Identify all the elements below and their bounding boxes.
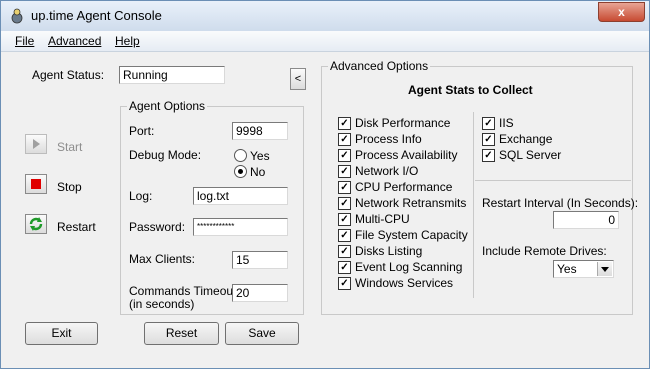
collapse-button[interactable]: <: [290, 68, 306, 90]
play-icon: [33, 139, 40, 149]
restart-interval-input[interactable]: 0: [553, 211, 619, 229]
log-input[interactable]: log.txt: [193, 187, 288, 205]
stop-button[interactable]: [25, 174, 47, 194]
start-button[interactable]: [25, 134, 47, 154]
chevron-down-icon[interactable]: [597, 262, 612, 276]
advanced-options-title: Advanced Options: [328, 59, 431, 73]
stat-checkbox-label: Windows Services: [355, 276, 454, 290]
stat-checkbox[interactable]: ✓: [338, 149, 351, 162]
agent-status-label: Agent Status:: [32, 68, 105, 82]
debug-yes-radio[interactable]: [234, 149, 247, 162]
reset-button[interactable]: Reset: [144, 322, 219, 345]
stat-checkbox-label: Process Info: [355, 132, 422, 146]
remote-drives-label: Include Remote Drives:: [482, 244, 607, 258]
cmd-timeout-unit-label: (in seconds): [129, 297, 195, 311]
stat-checkbox-label: Disk Performance: [355, 116, 451, 130]
stat-checkbox-label: Process Availability: [355, 148, 458, 162]
app-window: up.time Agent Console x File Advanced He…: [0, 0, 650, 369]
reset-label: Reset: [165, 326, 198, 340]
stat-checkbox[interactable]: ✓: [482, 149, 495, 162]
log-label: Log:: [129, 189, 153, 203]
debug-no-label: No: [250, 165, 266, 179]
port-label: Port:: [129, 124, 155, 138]
stat-checkbox[interactable]: ✓: [482, 133, 495, 146]
restart-button[interactable]: [25, 214, 47, 234]
remote-drives-select[interactable]: Yes: [553, 260, 614, 278]
menu-advanced-label: Advanced: [48, 34, 102, 48]
menu-file-label: File: [15, 34, 35, 48]
restart-icon: [29, 217, 43, 231]
stat-checkbox[interactable]: ✓: [338, 133, 351, 146]
port-input[interactable]: 9998: [232, 122, 288, 140]
stat-checkbox[interactable]: ✓: [338, 261, 351, 274]
menu-help-label: Help: [115, 34, 140, 48]
agent-status-field: Running: [119, 66, 225, 84]
stat-checkbox[interactable]: ✓: [338, 117, 351, 130]
max-clients-label: Max Clients:: [129, 252, 196, 266]
close-button[interactable]: x: [598, 2, 645, 22]
save-label: Save: [248, 326, 276, 340]
stat-checkbox[interactable]: ✓: [338, 245, 351, 258]
stat-checkbox[interactable]: ✓: [338, 197, 351, 210]
stat-checkbox[interactable]: ✓: [338, 181, 351, 194]
stat-checkbox-label: Network Retransmits: [355, 196, 467, 210]
menu-advanced[interactable]: Advanced: [48, 34, 101, 48]
stat-checkbox-label: Disks Listing: [355, 244, 423, 258]
debug-mode-label: Debug Mode:: [129, 148, 202, 162]
password-label: Password:: [129, 220, 186, 234]
start-label: Start: [57, 140, 83, 154]
stat-checkbox[interactable]: ✓: [338, 213, 351, 226]
stat-checkbox-label: Event Log Scanning: [355, 260, 463, 274]
settings-divider: [475, 180, 631, 181]
stats-divider: [473, 112, 474, 298]
stat-checkbox-label: SQL Server: [499, 148, 562, 162]
exit-label: Exit: [51, 326, 72, 340]
remote-drives-value: Yes: [557, 262, 577, 276]
stop-icon: [31, 179, 41, 189]
password-input[interactable]: ************: [193, 218, 288, 236]
stat-checkbox-label: CPU Performance: [355, 180, 453, 194]
stats-title: Agent Stats to Collect: [408, 83, 533, 97]
menu-file[interactable]: File: [15, 34, 34, 48]
stat-checkbox[interactable]: ✓: [338, 229, 351, 242]
cmd-timeout-label: Commands Timeout:: [129, 284, 240, 298]
title-bar: up.time Agent Console x: [1, 1, 649, 31]
debug-yes-label: Yes: [250, 149, 270, 163]
uptime-app-icon: [11, 8, 23, 24]
stat-checkbox-label: Exchange: [499, 132, 553, 146]
stat-checkbox[interactable]: ✓: [338, 165, 351, 178]
restart-interval-label: Restart Interval (In Seconds):: [482, 196, 639, 210]
stat-checkbox[interactable]: ✓: [338, 277, 351, 290]
menu-bar: File Advanced Help: [1, 31, 649, 52]
save-button[interactable]: Save: [225, 322, 299, 345]
window-title: up.time Agent Console: [31, 8, 162, 23]
stat-checkbox[interactable]: ✓: [482, 117, 495, 130]
agent-options-title: Agent Options: [127, 99, 208, 113]
stat-checkbox-label: File System Capacity: [355, 228, 468, 242]
cmd-timeout-input[interactable]: 20: [232, 284, 288, 302]
max-clients-input[interactable]: 15: [232, 251, 288, 269]
stat-checkbox-label: Network I/O: [355, 164, 419, 178]
stat-checkbox-label: Multi-CPU: [355, 212, 410, 226]
restart-label: Restart: [57, 220, 96, 234]
stat-checkbox-label: IIS: [499, 116, 514, 130]
exit-button[interactable]: Exit: [25, 322, 98, 345]
debug-no-radio[interactable]: [234, 165, 247, 178]
stop-label: Stop: [57, 180, 82, 194]
menu-help[interactable]: Help: [115, 34, 140, 48]
